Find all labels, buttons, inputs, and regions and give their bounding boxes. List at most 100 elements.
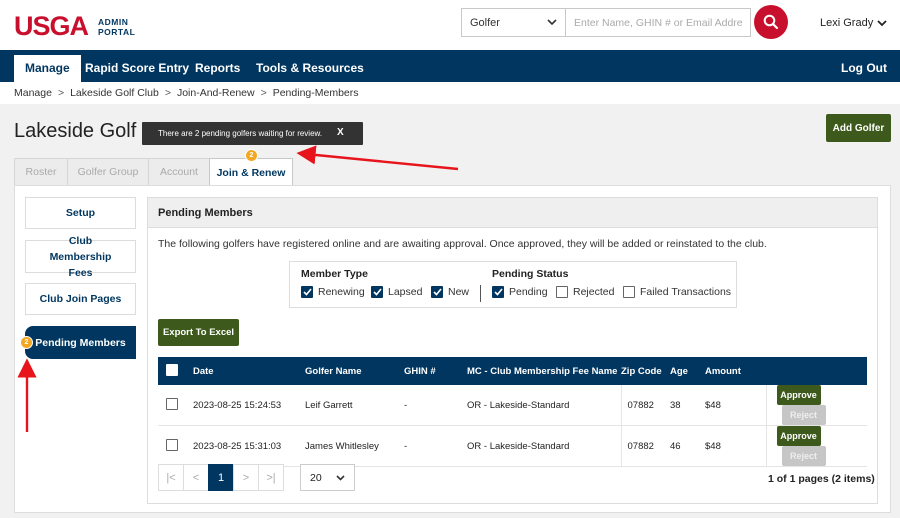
col-amount[interactable]: Amount <box>705 357 766 385</box>
page-info: 1 of 1 pages (2 items) <box>768 473 875 485</box>
filter-rejected[interactable]: Rejected <box>556 286 614 298</box>
search-input[interactable] <box>566 9 750 36</box>
prev-page-button[interactable]: < <box>183 464 209 491</box>
col-golfer-name[interactable]: Golfer Name <box>305 357 404 385</box>
breadcrumb-separator: > <box>164 87 171 99</box>
col-date[interactable]: Date <box>193 357 305 385</box>
usga-logo[interactable]: USGA ADMIN PORTAL <box>14 11 135 42</box>
select-all-checkbox[interactable] <box>166 363 178 376</box>
cell-zip: 07882 <box>620 385 670 426</box>
tooltip-close-button[interactable]: X <box>337 127 344 138</box>
pending-count-badge: 2 <box>20 336 33 349</box>
main-nav: Manage Rapid Score Entry Reports Tools &… <box>0 50 900 82</box>
checkmark-icon <box>493 288 503 296</box>
nav-rapid-score-entry[interactable]: Rapid Score Entry <box>85 50 189 82</box>
col-fee-name[interactable]: MC - Club Membership Fee Name <box>467 357 621 385</box>
cell-date: 2023-08-25 15:31:03 <box>193 425 305 467</box>
page-1-button[interactable]: 1 <box>208 464 234 491</box>
page-size-value: 20 <box>310 471 322 484</box>
last-page-button[interactable]: >| <box>258 464 284 491</box>
col-ghin[interactable]: GHIN # <box>404 357 467 385</box>
cell-fee-name: OR - Lakeside-Standard <box>467 425 621 467</box>
filter-failed-transactions[interactable]: Failed Transactions <box>623 286 731 298</box>
filter-label: Pending <box>509 286 548 298</box>
cell-fee-name: OR - Lakeside-Standard <box>467 385 621 426</box>
breadcrumb-club[interactable]: Lakeside Golf Club <box>70 87 159 99</box>
sidebar-item-pending-members[interactable]: Pending Members <box>25 326 136 359</box>
filter-renewing[interactable]: Renewing <box>301 286 365 298</box>
sidebar-item-setup[interactable]: Setup <box>25 197 136 229</box>
cell-amount: $48 <box>705 425 766 467</box>
checkmark-icon <box>432 288 442 296</box>
approve-button[interactable]: Approve <box>776 385 821 405</box>
cell-date: 2023-08-25 15:24:53 <box>193 385 305 426</box>
panel-title: Pending Members <box>148 198 877 228</box>
row-checkbox[interactable] <box>166 397 178 410</box>
filter-new[interactable]: New <box>431 286 469 298</box>
search-button[interactable] <box>754 5 788 39</box>
logo-subtitle: ADMIN PORTAL <box>98 17 135 37</box>
export-to-excel-button[interactable]: Export To Excel <box>158 319 239 346</box>
member-type-title: Member Type <box>301 268 368 280</box>
first-page-button[interactable]: |< <box>158 464 184 491</box>
cell-ghin: - <box>404 385 467 426</box>
tab-golfer-group[interactable]: Golfer Group <box>67 158 149 185</box>
nav-manage[interactable]: Manage <box>14 55 81 82</box>
tab-roster[interactable]: Roster <box>14 158 68 185</box>
checkmark-icon <box>372 288 382 296</box>
cell-ghin: - <box>404 425 467 467</box>
chevron-down-icon <box>547 19 557 26</box>
col-zip[interactable]: Zip Code <box>621 357 670 385</box>
pending-status-title: Pending Status <box>492 268 569 280</box>
cell-actions: ApproveReject <box>765 425 867 467</box>
panel-description: The following golfers have registered on… <box>158 238 767 250</box>
row-checkbox[interactable] <box>166 438 178 451</box>
reject-button[interactable]: Reject <box>781 446 826 466</box>
chevron-down-icon <box>877 19 887 26</box>
logo-sub-line-1: ADMIN <box>98 16 129 27</box>
tab-join-renew[interactable]: Join & Renew <box>209 158 293 186</box>
row-select-cell <box>158 385 193 426</box>
checkbox-checked[interactable] <box>431 286 443 298</box>
table-row: 2023-08-25 15:31:03 James Whitlesley - O… <box>158 425 867 467</box>
checkbox-checked[interactable] <box>301 286 313 298</box>
filter-box: Member Type Pending Status Renewing Laps… <box>289 261 737 308</box>
reject-button[interactable]: Reject <box>781 405 826 425</box>
filter-label: Failed Transactions <box>640 286 732 298</box>
cell-age: 46 <box>670 425 705 467</box>
checkbox-checked[interactable] <box>371 286 383 298</box>
search-type-select[interactable]: Golfer <box>462 9 566 36</box>
nav-log-out[interactable]: Log Out <box>841 50 887 82</box>
page-size-select[interactable]: 20 <box>300 464 355 491</box>
pending-tooltip: There are 2 pending golfers waiting for … <box>142 122 363 145</box>
checkbox-checked[interactable] <box>492 286 504 298</box>
nav-reports[interactable]: Reports <box>195 50 240 82</box>
breadcrumb-separator: > <box>260 87 267 99</box>
user-menu[interactable]: Lexi Grady <box>820 17 887 29</box>
approve-button[interactable]: Approve <box>776 426 821 446</box>
cell-amount: $48 <box>705 385 766 426</box>
tooltip-text: There are 2 pending golfers waiting for … <box>158 129 323 138</box>
select-all-cell <box>158 357 193 385</box>
nav-tools-resources[interactable]: Tools & Resources <box>256 50 364 82</box>
checkbox-unchecked[interactable] <box>623 286 635 298</box>
col-age[interactable]: Age <box>670 357 705 385</box>
cell-golfer-name: James Whitlesley <box>305 425 404 467</box>
breadcrumb-manage[interactable]: Manage <box>14 87 52 99</box>
search-icon <box>763 14 779 30</box>
tab-pending-badge: 2 <box>245 149 258 162</box>
checkbox-unchecked[interactable] <box>556 286 568 298</box>
tab-account[interactable]: Account <box>148 158 210 185</box>
sidebar-item-club-join-pages[interactable]: Club Join Pages <box>25 283 136 315</box>
next-page-button[interactable]: > <box>233 464 259 491</box>
filter-lapsed[interactable]: Lapsed <box>371 286 422 298</box>
search-type-value: Golfer <box>470 16 500 29</box>
breadcrumb-join-renew[interactable]: Join-And-Renew <box>177 87 255 99</box>
breadcrumb: Manage > Lakeside Golf Club > Join-And-Renew… <box>14 87 359 99</box>
add-golfer-button[interactable]: Add Golfer <box>826 114 891 142</box>
filter-pending[interactable]: Pending <box>492 286 548 298</box>
filter-label: Renewing <box>318 286 365 298</box>
sidebar-item-club-membership-fees[interactable]: Club Membership Fees <box>25 235 136 279</box>
cell-actions: ApproveReject <box>765 385 867 426</box>
pending-members-table: Date Golfer Name GHIN # MC - Club Member… <box>158 357 867 467</box>
